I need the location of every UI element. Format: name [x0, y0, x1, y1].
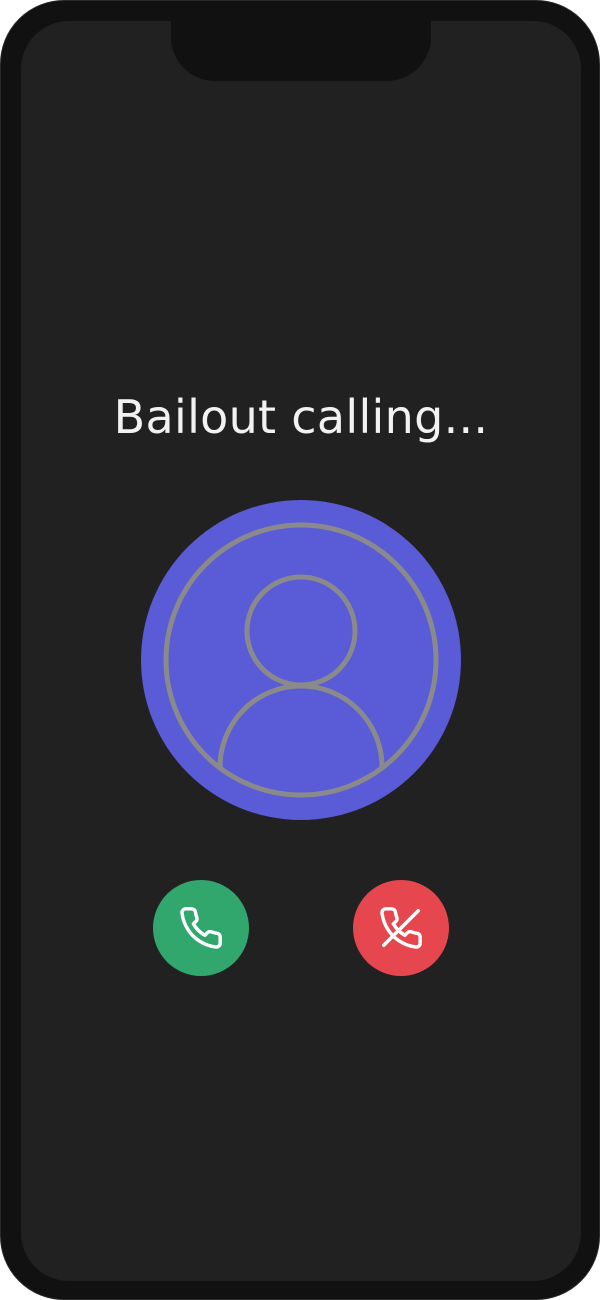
accept-call-button[interactable] [153, 880, 249, 976]
phone-off-icon [380, 907, 422, 949]
phone-icon [180, 907, 222, 949]
caller-status-title: Bailout calling... [113, 390, 489, 444]
phone-frame: Bailout calling... [0, 0, 600, 1300]
call-screen: Bailout calling... [21, 21, 581, 1281]
decline-call-button[interactable] [353, 880, 449, 976]
caller-avatar [141, 500, 461, 820]
phone-notch [171, 21, 431, 81]
user-avatar-icon [141, 500, 461, 820]
